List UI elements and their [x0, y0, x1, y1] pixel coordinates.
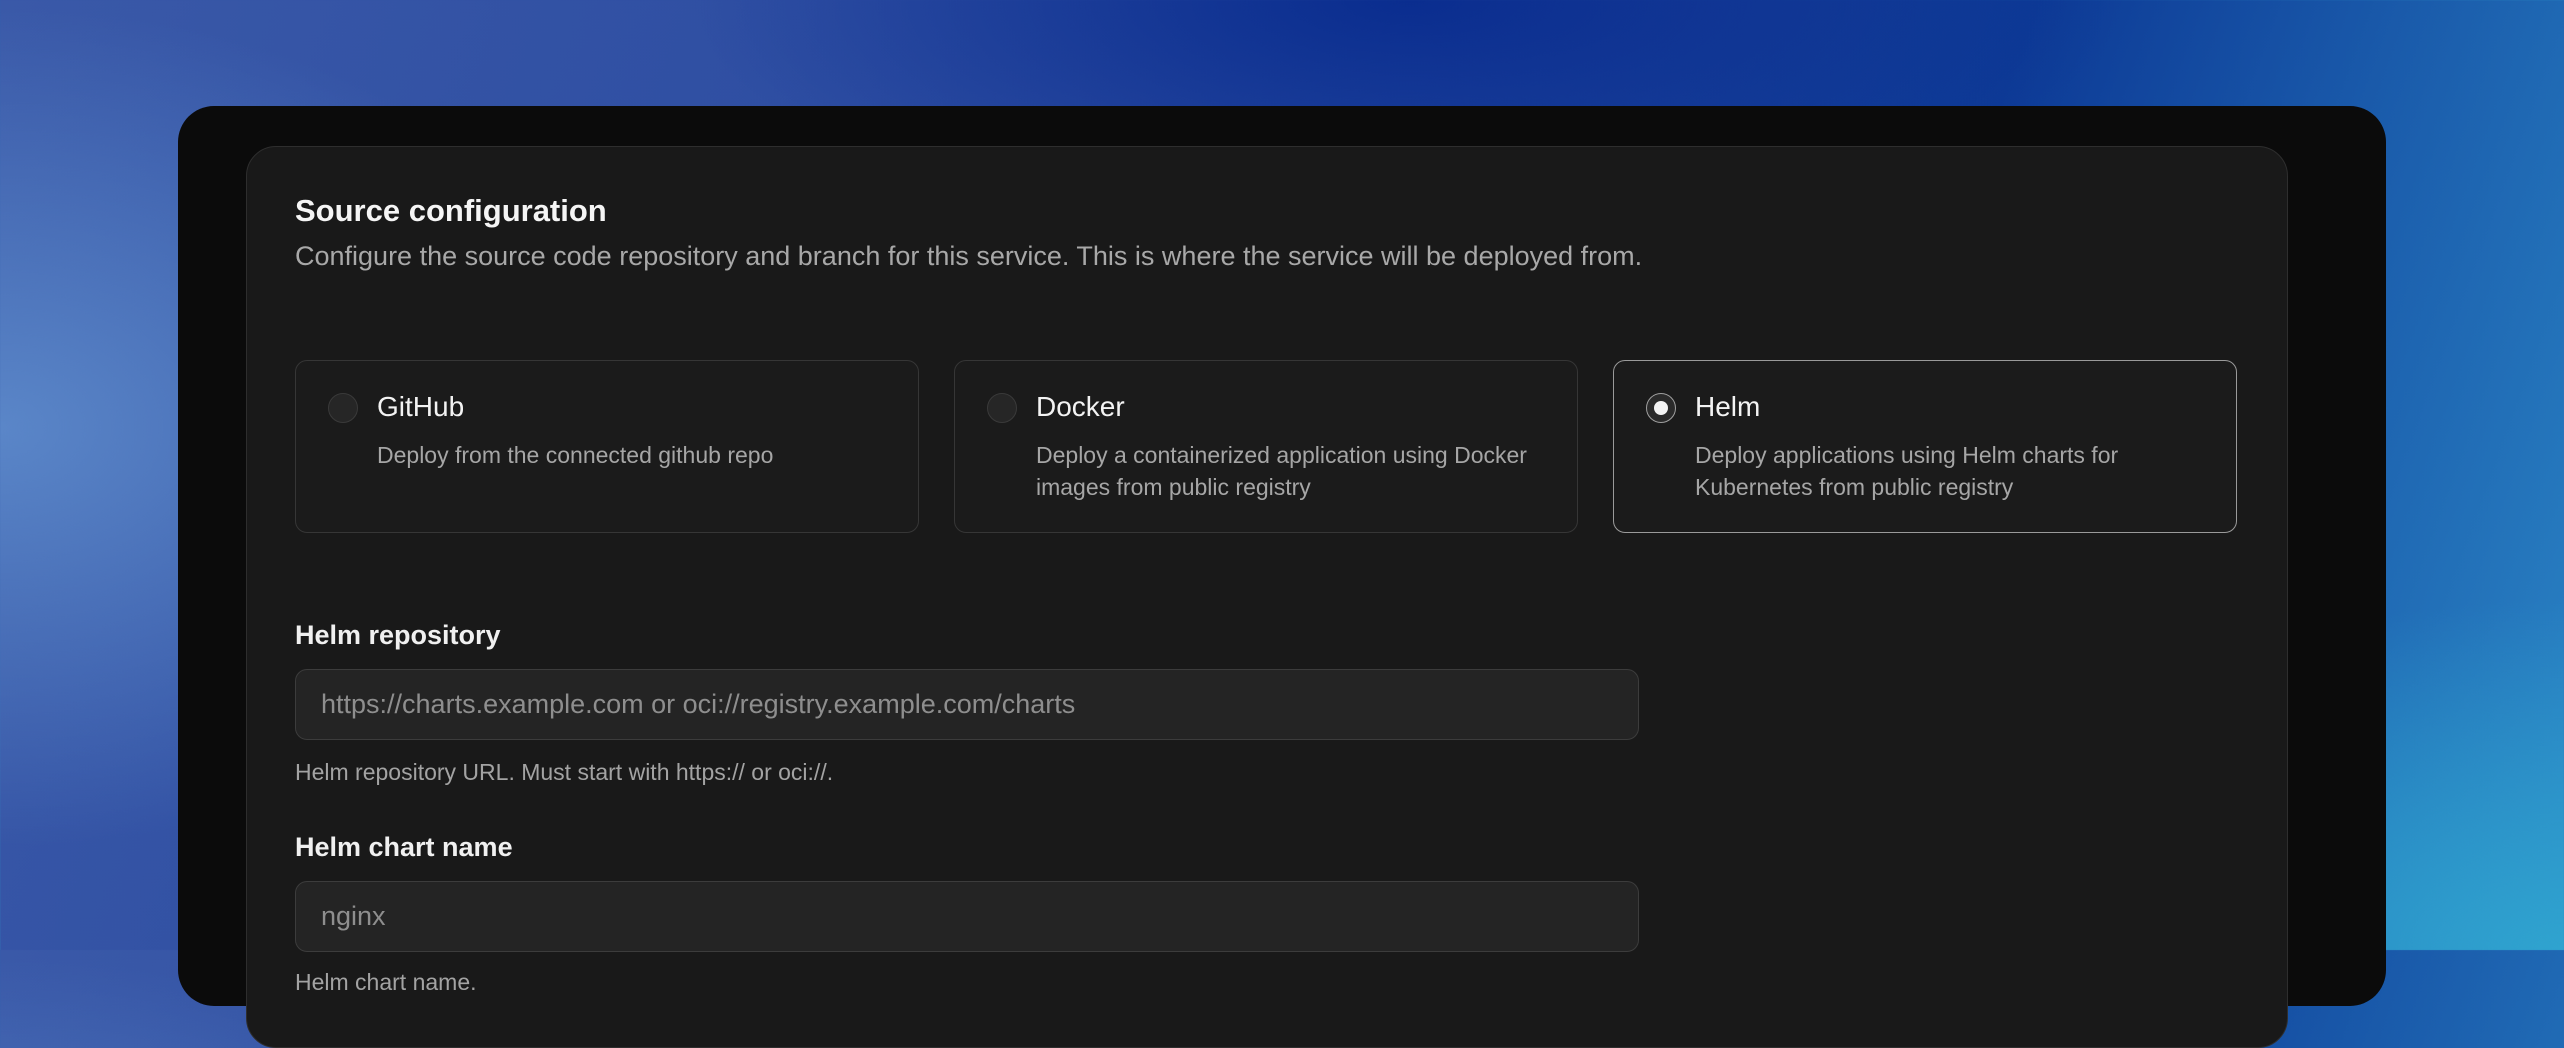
helm-repository-label: Helm repository: [295, 620, 501, 650]
helm-repository-input[interactable]: [295, 669, 1639, 740]
source-option-helm[interactable]: Helm Deploy applications using Helm char…: [1613, 360, 2237, 533]
helm-chart-name-help: Helm chart name.: [295, 969, 477, 995]
source-option-description: Deploy a containerized application using…: [1036, 442, 1527, 500]
helm-chart-name-input[interactable]: [295, 881, 1639, 952]
helm-radio[interactable]: [1646, 393, 1676, 423]
section-title: Source configuration: [295, 193, 607, 228]
source-option-docker[interactable]: Docker Deploy a containerized applicatio…: [954, 360, 1578, 533]
section-description: Configure the source code repository and…: [295, 241, 1643, 271]
source-option-description: Deploy applications using Helm charts fo…: [1695, 442, 2119, 500]
docker-radio[interactable]: [987, 393, 1017, 423]
source-option-github[interactable]: GitHub Deploy from the connected github …: [295, 360, 919, 533]
device-frame: Source configuration Configure the sourc…: [178, 106, 2386, 1048]
source-option-title: Helm: [1695, 391, 1761, 422]
source-option-title: Docker: [1036, 391, 1125, 422]
source-configuration-panel: Source configuration Configure the sourc…: [246, 146, 2288, 1048]
helm-chart-name-label: Helm chart name: [295, 832, 513, 862]
helm-repository-help: Helm repository URL. Must start with htt…: [295, 759, 834, 785]
radio-selected-dot: [1654, 401, 1668, 415]
github-radio[interactable]: [328, 393, 358, 423]
source-option-title: GitHub: [377, 391, 465, 422]
source-option-description: Deploy from the connected github repo: [377, 442, 774, 468]
